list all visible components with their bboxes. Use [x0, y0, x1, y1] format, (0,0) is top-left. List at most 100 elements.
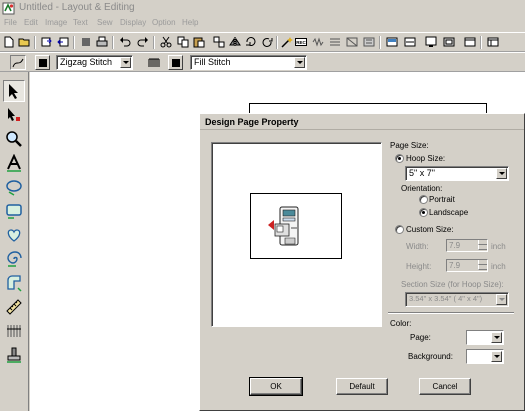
app-window: Untitled - Layout & Editing File Edit Im…: [0, 0, 525, 411]
chevron-down-icon[interactable]: [496, 294, 507, 305]
width-unit: inch: [491, 242, 506, 251]
page-size-label: Page Size:: [390, 141, 429, 150]
menu-sew[interactable]: Sew: [97, 18, 113, 27]
select-tool[interactable]: [3, 80, 25, 102]
height-label: Height:: [406, 262, 432, 271]
dialog-title-bar[interactable]: Design Page Property: [200, 114, 524, 130]
open-folder-icon[interactable]: [17, 35, 31, 49]
new-file-icon[interactable]: [2, 35, 16, 49]
app-logo-icon: [2, 2, 15, 15]
chevron-down-icon[interactable]: [491, 351, 502, 362]
design-page-property-dialog: Design Page Property Page Size: Hoop Siz…: [199, 113, 525, 411]
chevron-down-icon[interactable]: [491, 332, 502, 343]
print-icon[interactable]: [95, 35, 109, 49]
chevron-down-icon[interactable]: [496, 168, 507, 179]
shape-tool[interactable]: [3, 224, 25, 246]
section-size-value: 3.54" x 3.54" ( 4" x 4"): [409, 294, 483, 303]
import-icon[interactable]: [40, 35, 54, 49]
region-stitch-select[interactable]: Fill Stitch: [190, 55, 307, 70]
menu-option[interactable]: Option: [152, 18, 176, 27]
default-button[interactable]: Default: [336, 378, 388, 395]
menu-help[interactable]: Help: [182, 18, 198, 27]
line-sew-toggle[interactable]: [10, 55, 26, 70]
hoop-size-label: Hoop Size:: [406, 154, 446, 163]
hoop-size-select[interactable]: 5" x 7": [405, 166, 509, 181]
ok-button[interactable]: OK: [249, 377, 303, 396]
display-icon-1[interactable]: [385, 35, 399, 49]
flip-icon[interactable]: [244, 35, 258, 49]
portrait-radio[interactable]: [419, 195, 428, 204]
page-color-label: Page:: [410, 333, 431, 342]
stamp-tool[interactable]: [3, 344, 25, 366]
stitch-icon-2[interactable]: [328, 35, 342, 49]
landscape-radio[interactable]: [419, 208, 428, 217]
ruler-tool[interactable]: [3, 296, 25, 318]
width-spinner[interactable]: 7.9: [446, 239, 488, 252]
title-bar[interactable]: Untitled - Layout & Editing: [0, 0, 525, 17]
spin-arrows-icon[interactable]: [478, 240, 487, 251]
rotate-icon[interactable]: [260, 35, 274, 49]
chevron-down-icon[interactable]: [294, 57, 305, 68]
display-icon-4[interactable]: [442, 35, 456, 49]
background-color-select[interactable]: [466, 349, 504, 364]
menu-display[interactable]: Display: [120, 18, 146, 27]
wand-icon[interactable]: [280, 35, 294, 49]
outline-tool[interactable]: [3, 272, 25, 294]
mirror-icon[interactable]: [228, 35, 242, 49]
rectangle-tool[interactable]: [3, 200, 25, 222]
custom-size-radio[interactable]: [395, 225, 404, 234]
stitch-icon-1[interactable]: [311, 35, 325, 49]
background-color-label: Background:: [408, 352, 453, 361]
color-label: Color:: [390, 319, 412, 328]
section-size-select[interactable]: 3.54" x 3.54" ( 4" x 4"): [405, 292, 509, 307]
cut-icon[interactable]: [159, 35, 173, 49]
tool-palette: [0, 72, 29, 411]
menu-edit[interactable]: Edit: [24, 18, 38, 27]
cancel-button[interactable]: Cancel: [419, 378, 471, 395]
point-edit-icon: [8, 108, 20, 121]
stitch-icon-4[interactable]: [362, 35, 376, 49]
text-tool[interactable]: [3, 152, 25, 174]
point-edit-tool[interactable]: [3, 104, 25, 126]
toolbar-separator: [34, 36, 36, 49]
line-stitch-select[interactable]: Zigzag Stitch: [56, 55, 133, 70]
menu-file[interactable]: File: [4, 18, 17, 27]
rec-icon[interactable]: REC: [294, 35, 308, 49]
height-unit: inch: [491, 262, 506, 271]
menu-image[interactable]: Image: [45, 18, 67, 27]
width-value: 7.9: [449, 241, 461, 250]
hoop-size-radio[interactable]: [395, 154, 404, 163]
chevron-down-icon[interactable]: [120, 57, 131, 68]
stitch-grid-tool[interactable]: [3, 320, 25, 342]
menu-text[interactable]: Text: [73, 18, 88, 27]
export-icon[interactable]: [56, 35, 70, 49]
display-icon-5[interactable]: [463, 35, 477, 49]
page-preview: [211, 142, 382, 327]
page-color-select[interactable]: [466, 330, 504, 345]
ruler-icon: [6, 299, 22, 315]
line-color-button[interactable]: [35, 55, 50, 70]
separator: [388, 312, 514, 314]
rectangle-shape-icon: [6, 204, 22, 219]
spin-arrows-icon[interactable]: [478, 260, 487, 271]
display-icon-2[interactable]: [403, 35, 417, 49]
undo-icon[interactable]: [118, 35, 132, 49]
hoop-size-value: 5" x 7": [409, 168, 435, 178]
stop-icon[interactable]: [79, 35, 93, 49]
duplicate-icon[interactable]: [212, 35, 226, 49]
stitch-icon-3[interactable]: [345, 35, 359, 49]
redo-icon[interactable]: [136, 35, 150, 49]
region-color-button[interactable]: [168, 55, 183, 70]
height-spinner[interactable]: 7.9: [446, 259, 488, 272]
window-icon[interactable]: [486, 35, 500, 49]
paste-icon[interactable]: [192, 35, 206, 49]
zoom-tool[interactable]: [3, 128, 25, 150]
hoop-direction-arrow-icon: [268, 220, 274, 230]
stitch-grid-icon: [7, 325, 21, 337]
circle-tool[interactable]: [3, 176, 25, 198]
spiral-tool[interactable]: [3, 248, 25, 270]
region-sew-toggle[interactable]: [145, 55, 163, 70]
menu-bar: File Edit Image Text Sew Display Option …: [0, 17, 525, 31]
display-icon-3[interactable]: [424, 35, 438, 49]
copy-icon[interactable]: [176, 35, 190, 49]
